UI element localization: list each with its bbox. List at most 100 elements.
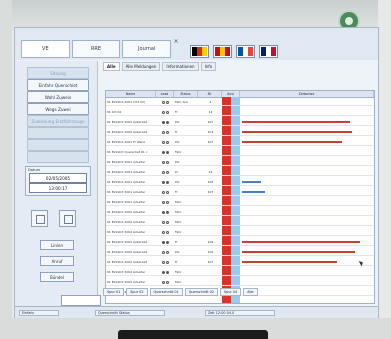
column-header-nr[interactable]: Nr [198,91,222,97]
timeline-bar [242,141,342,143]
status-dot-icon [162,230,165,234]
row-name: 01 Einfahrt 2002 Arbeiter [107,270,146,274]
row-lead-icons [156,148,174,156]
table-row[interactable]: 01 Einfahrt 2002 Güterzeit Fr 107 [106,258,374,266]
table-row[interactable]: 01 Einfahrt Querschet 01 c Fahr [106,148,374,156]
status-dot-icon [166,230,169,234]
row-name: 01 Einfahrt 2002 Arbeiter [107,210,146,214]
column-header-status[interactable]: Status [174,91,198,97]
einfahr-querschiet-button[interactable]: Einfahr Querschiet [27,79,89,91]
left-panel: Sitzung Einfahr Querschiet Wahl Zuweis W… [15,61,98,313]
table-row[interactable]: 01 Einfahrt 2002 Arbeiter Fahr [106,278,374,286]
grid-header: Name Lead Status Nr Ausl Zeitachse [106,91,374,98]
zuweisung-button[interactable]: Zuweisung Erstfahrzeuge [27,115,89,127]
row-name: 01 Einfahrt 2002 Arbeiter [107,230,146,234]
status-dot-icon [166,170,169,174]
tab-informationen[interactable]: Informationen [162,62,199,71]
row-nr [198,278,222,286]
blank-button-3[interactable] [27,151,89,163]
table-row[interactable]: 01 Einfahrt 2001 Arbeiter Pr 14 [106,168,374,176]
tab-ve[interactable]: VE [21,40,70,58]
date-field[interactable]: 02/05/2005 [29,173,87,183]
flag-de-icon[interactable] [190,45,209,58]
linien-button[interactable]: Linien [40,240,74,250]
status-dot-icon [166,240,169,244]
header-bar: VE RRE Journal × [15,28,378,60]
flag-fr-icon[interactable] [236,45,255,58]
buendel-button[interactable]: Bündel [40,272,74,282]
row-nr: 103 [207,130,214,134]
row-lead-icons [156,98,174,106]
sitzung-button[interactable]: Sitzung [27,67,89,79]
row-status: Fr [175,110,178,114]
status-dot-icon [166,260,169,264]
blank-button-1[interactable] [27,127,89,139]
table-row[interactable]: 01 Einfahrt 2001 Arbeiter Fahr [106,198,374,206]
table-row[interactable]: 01 Einfahrt 2001 Arbeiter Pol [106,158,374,166]
row-name: 01 Einfahrt 2002 Güterzeit [107,260,148,264]
tab-alle[interactable]: Alle [103,62,120,71]
table-row[interactable]: 01 Einfahrt 2002 Arbeiter Fahr [106,208,374,216]
timeline-bar [242,181,261,183]
table-row[interactable]: 01 Einfahrt 2002 Arbeiter Fahr [106,268,374,276]
row-name: 01 Einfahrt 2001 Arbeiter [107,190,146,194]
row-status: Fahr [175,280,182,284]
column-header-name[interactable]: Name [106,91,156,97]
row-nr [198,158,222,166]
tab-querschnitt-01[interactable]: Querschnitt 01 [149,288,183,296]
row-status: Pol [175,180,180,184]
status-dot-icon [162,190,165,194]
tab-spur-01[interactable]: Spur 01 [103,288,125,296]
row-name: 01 Einfahrt 2002 Güterzeit [107,240,148,244]
anruf-button[interactable]: Anruf [40,256,74,266]
row-status: Fahr [175,230,182,234]
close-icon[interactable]: × [173,39,179,45]
time-field[interactable]: 13:00:17 [29,183,87,193]
wahl-zuweis-button[interactable]: Wahl Zuweis [27,91,89,103]
row-name: 01 Einfahrt 2002 Güterzeit [107,250,148,254]
column-header-zeitachse[interactable]: Zeitachse [240,91,374,97]
square-button-left[interactable] [31,210,48,227]
table-row[interactable]: 01 Einfahrt 2002 Güterzeit Fr 106 [106,238,374,246]
status-dot-icon [162,130,165,134]
table-row[interactable]: 01 Einfahrt 2002 Güterzeit Pol 100 [106,248,374,256]
square-button-right[interactable] [59,210,76,227]
tab-journal[interactable]: Journal [122,40,172,58]
row-lead-icons [156,268,174,276]
tab-alle-bottom[interactable]: Alle [243,288,258,296]
table-row[interactable]: 01 Ort 02 Fr 14 [106,108,374,116]
status-dot-icon [162,220,165,224]
flag-uk-icon[interactable] [259,45,278,58]
tab-alle-meldungen[interactable]: Alle Meldungen [121,62,161,71]
row-nr [198,218,222,226]
tab-spur-02[interactable]: Spur 02 [126,288,148,296]
blank-button-2[interactable] [27,139,89,151]
row-status: Fahr Ank [175,100,189,104]
status-dot-icon [162,280,165,284]
row-nr: 107 [207,190,214,194]
tab-querschnitt-02[interactable]: Querschnitt 02 [184,288,218,296]
table-row[interactable]: 01 Einfahrt 2001 (Ort 02) Fahr Ank 1 [106,98,374,106]
table-row[interactable]: 01 Einfahrt 2002 Arbeiter Fahr [106,218,374,226]
wegs-zuwei-button[interactable]: Wegs Zuwei [27,103,89,115]
tab-info[interactable]: Info [200,62,217,71]
table-row[interactable]: 01 Einfahrt 2001 Fr Wanz Pol 107 [106,138,374,146]
flag-es-icon[interactable] [213,45,232,58]
table-row[interactable]: 01 Einfahrt 2002 Arbeiter Fahr [106,228,374,236]
table-row[interactable]: 01 Einfahrt 2002 Güterzeit Fr 103 [106,128,374,136]
table-row[interactable]: 01 Einfahrt 2001 Arbeiter Pol 106 [106,178,374,186]
status-dot-icon [162,150,165,154]
tab-spur-04[interactable]: Spur 04 [219,288,242,296]
table-row[interactable]: 01 Einfahrt 2001 Arbeiter Fr 107 [106,188,374,196]
tab-rre[interactable]: RRE [71,40,121,58]
row-nr: 14 [208,170,213,174]
row-lead-icons [156,178,174,186]
main-tabs: Alle Alle Meldungen Informationen Info [103,62,217,71]
bottom-input[interactable] [61,295,101,306]
table-row[interactable]: 01 Einfahrt 2002 Güterzeit Pol 107 [106,118,374,126]
status-dot-icon [162,120,165,124]
status-dot-icon [162,200,165,204]
date-label: Datum [28,168,41,172]
column-header-lead[interactable]: Lead [156,91,174,97]
row-status: Fr [175,240,178,244]
